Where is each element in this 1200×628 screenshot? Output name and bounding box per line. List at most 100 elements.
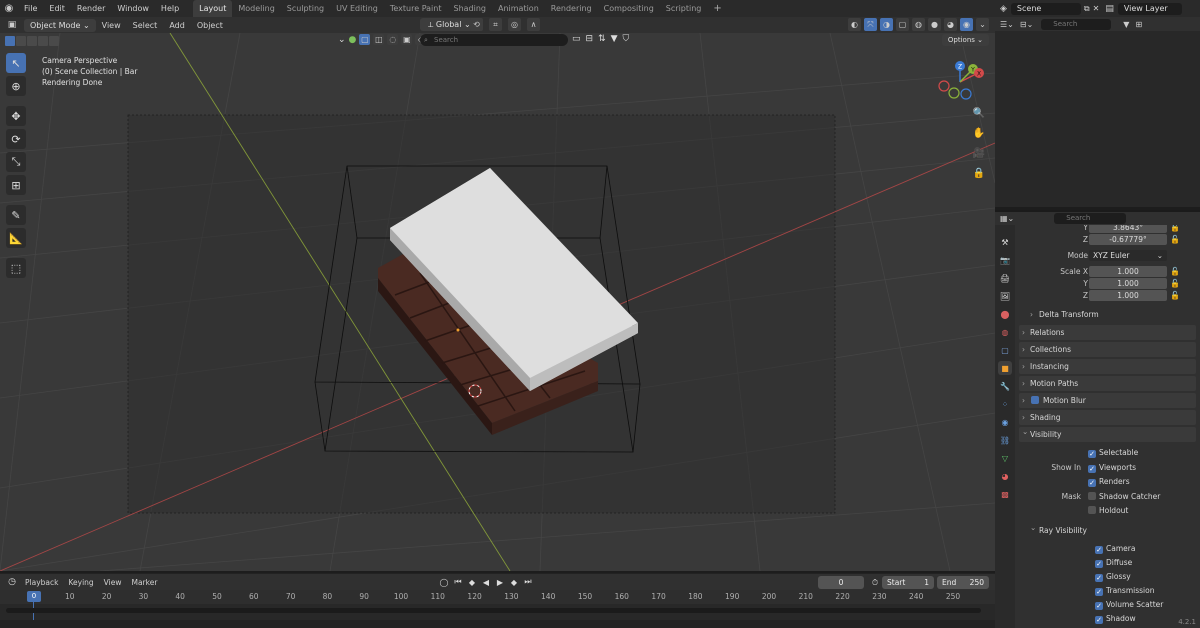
menu-marker[interactable]: Marker xyxy=(126,578,162,587)
shading-rendered-icon[interactable]: ◉ xyxy=(960,18,973,31)
rotate-tool-icon[interactable]: ⟳ xyxy=(6,129,26,149)
tab-animation[interactable]: Animation xyxy=(492,0,545,17)
menu-file[interactable]: File xyxy=(18,0,43,17)
scale-y-field[interactable]: 1.000 xyxy=(1089,278,1167,289)
scale-z-lock-icon[interactable]: 🔓 xyxy=(1170,290,1180,302)
shading-panel[interactable]: Shading xyxy=(1019,410,1196,425)
world-tab-icon[interactable]: ◍ xyxy=(998,325,1012,339)
filter-mesh-icon[interactable]: ▢ xyxy=(359,34,371,45)
scale-tool-icon[interactable]: ⤡ xyxy=(6,152,26,172)
overlay-toggle-icon[interactable]: ◑ xyxy=(880,18,893,31)
filter-curve-icon[interactable]: ◫ xyxy=(373,34,385,45)
menu-timeline-view[interactable]: View xyxy=(99,578,127,587)
motion-paths-panel[interactable]: Motion Paths xyxy=(1019,376,1196,391)
shading-wireframe-icon[interactable]: ◍ xyxy=(912,18,925,31)
relations-panel[interactable]: Relations xyxy=(1019,325,1196,340)
transform-tool-icon[interactable]: ⊞ xyxy=(6,175,26,195)
select-box-tool-icon[interactable]: ↖ xyxy=(6,53,26,73)
shading-material-icon[interactable]: ◕ xyxy=(944,18,957,31)
ray-shadow-checkbox-row[interactable]: ✓ Shadow xyxy=(1095,613,1136,625)
play-reverse-icon[interactable]: ◀ xyxy=(480,576,492,588)
outliner-search-input[interactable]: Search xyxy=(1041,18,1112,30)
record-icon[interactable]: ◯ xyxy=(438,576,450,588)
lock-icon[interactable]: 🔒 xyxy=(971,166,987,181)
motion-blur-panel[interactable]: Motion Blur xyxy=(1019,393,1196,408)
visibility-icon[interactable]: ◐ xyxy=(848,18,861,31)
holdout-checkbox-row[interactable]: Holdout xyxy=(1088,505,1128,517)
tab-sculpting[interactable]: Sculpting xyxy=(281,0,330,17)
ray-glossy-checkbox-row[interactable]: ✓ Glossy xyxy=(1095,571,1131,583)
menu-help[interactable]: Help xyxy=(155,0,185,17)
pivot-icon[interactable]: ⟲ xyxy=(470,18,483,31)
tab-rendering[interactable]: Rendering xyxy=(545,0,598,17)
select-invert-icon[interactable] xyxy=(38,35,48,46)
tab-texture-paint[interactable]: Texture Paint xyxy=(384,0,448,17)
collections-panel[interactable]: Collections xyxy=(1019,342,1196,357)
end-frame-field[interactable]: End 250 xyxy=(937,576,989,589)
shadow-catcher-checkbox-row[interactable]: Shadow Catcher xyxy=(1088,491,1160,503)
proportional-edit-icon[interactable]: ◎ xyxy=(508,18,521,31)
options-button[interactable]: Options ⌄ xyxy=(941,34,989,46)
snap-icon[interactable]: ⌗ xyxy=(489,18,502,31)
move-tool-icon[interactable]: ✥ xyxy=(6,106,26,126)
timeline-scrollbar[interactable] xyxy=(6,608,981,613)
timeline-editor-icon[interactable]: ◷ xyxy=(4,577,20,587)
sort-icon[interactable]: ⇅ xyxy=(598,34,606,44)
modifiers-tab-icon[interactable]: 🔧 xyxy=(998,379,1012,393)
scale-x-lock-icon[interactable]: 🔓 xyxy=(1170,266,1180,278)
pan-hand-icon[interactable]: ✋ xyxy=(971,126,987,141)
play-icon[interactable]: ▶ xyxy=(494,576,506,588)
menu-render[interactable]: Render xyxy=(71,0,111,17)
data-tab-icon[interactable]: ▽ xyxy=(998,451,1012,465)
tab-modeling[interactable]: Modeling xyxy=(232,0,280,17)
frame-ruler[interactable]: 10 20 30 40 50 60 70 80 90 100 110 120 130 140 150 160 1… xyxy=(0,590,995,604)
render-tab-icon[interactable]: 📷 xyxy=(998,253,1012,267)
tab-uv-editing[interactable]: UV Editing xyxy=(330,0,384,17)
scene-tab-icon[interactable]: ⬤ xyxy=(998,307,1012,321)
visibility-panel[interactable]: Visibility xyxy=(1019,424,1196,442)
object-type-icon[interactable]: ● xyxy=(349,35,357,45)
instancing-panel[interactable]: Instancing xyxy=(1019,359,1196,374)
viewport-search-input[interactable]: Search xyxy=(420,34,568,46)
tab-shading[interactable]: Shading xyxy=(447,0,492,17)
scale-y-lock-icon[interactable]: 🔓 xyxy=(1170,278,1180,290)
new-collection-icon[interactable]: ⊞ xyxy=(1135,20,1142,29)
select-new-icon[interactable] xyxy=(5,35,15,46)
display-mode-icon[interactable]: ⊟⌄ xyxy=(1020,20,1033,29)
constraints-tab-icon[interactable]: ⛓ xyxy=(998,433,1012,447)
properties-editor-icon[interactable]: ▦⌄ xyxy=(1000,214,1014,223)
start-frame-field[interactable]: Start 1 xyxy=(882,576,934,589)
filter-dropdown-icon[interactable]: ▭ xyxy=(572,34,581,44)
properties-search-input[interactable]: Search xyxy=(1054,213,1127,224)
select-subtract-icon[interactable] xyxy=(27,35,37,46)
outliner-filter-icon[interactable]: ▼ xyxy=(1123,20,1129,29)
next-keyframe-icon[interactable]: ◆ xyxy=(508,576,520,588)
mode-select[interactable]: Object Mode ⌄ xyxy=(24,18,96,32)
select-extend-icon[interactable] xyxy=(16,35,26,46)
viewports-checkbox-row[interactable]: ✓ Viewports xyxy=(1088,462,1136,474)
selectable-checkbox-row[interactable]: ✓ Selectable xyxy=(1088,447,1138,459)
ray-visibility-panel[interactable]: Ray Visibility xyxy=(1025,521,1196,538)
ray-camera-checkbox-row[interactable]: ✓ Camera xyxy=(1095,543,1135,555)
falloff-icon[interactable]: ∧ xyxy=(527,18,540,31)
annotate-tool-icon[interactable]: ✎ xyxy=(6,205,26,225)
collection-tab-icon[interactable]: ▢ xyxy=(998,343,1012,357)
view-layer-tab-icon[interactable]: 🖼 xyxy=(998,289,1012,303)
scale-z-field[interactable]: 1.000 xyxy=(1089,290,1167,301)
output-tab-icon[interactable]: 🖨 xyxy=(998,271,1012,285)
select-intersect-icon[interactable] xyxy=(49,35,59,46)
shading-options-icon[interactable]: ⌄ xyxy=(976,18,989,31)
delta-transform-panel[interactable]: Delta Transform xyxy=(1025,308,1196,322)
cursor-tool-icon[interactable]: ⊕ xyxy=(6,76,26,96)
xray-icon[interactable]: ▢ xyxy=(896,18,909,31)
playhead-frame-badge[interactable]: 0 xyxy=(27,591,41,602)
menu-select[interactable]: Select xyxy=(127,21,164,30)
menu-window[interactable]: Window xyxy=(111,0,155,17)
stopwatch-icon[interactable]: ⏱ xyxy=(869,577,881,589)
timeline-body[interactable]: 10 20 30 40 50 60 70 80 90 100 110 120 130 140 150 160 1… xyxy=(0,590,995,628)
ray-diffuse-checkbox-row[interactable]: ✓ Diffuse xyxy=(1095,557,1132,569)
menu-object[interactable]: Object xyxy=(191,21,229,30)
outliner-tree[interactable] xyxy=(995,31,1200,207)
menu-view[interactable]: View xyxy=(96,21,127,30)
rotation-mode-select[interactable]: XYZ Euler ⌄ xyxy=(1089,250,1167,261)
